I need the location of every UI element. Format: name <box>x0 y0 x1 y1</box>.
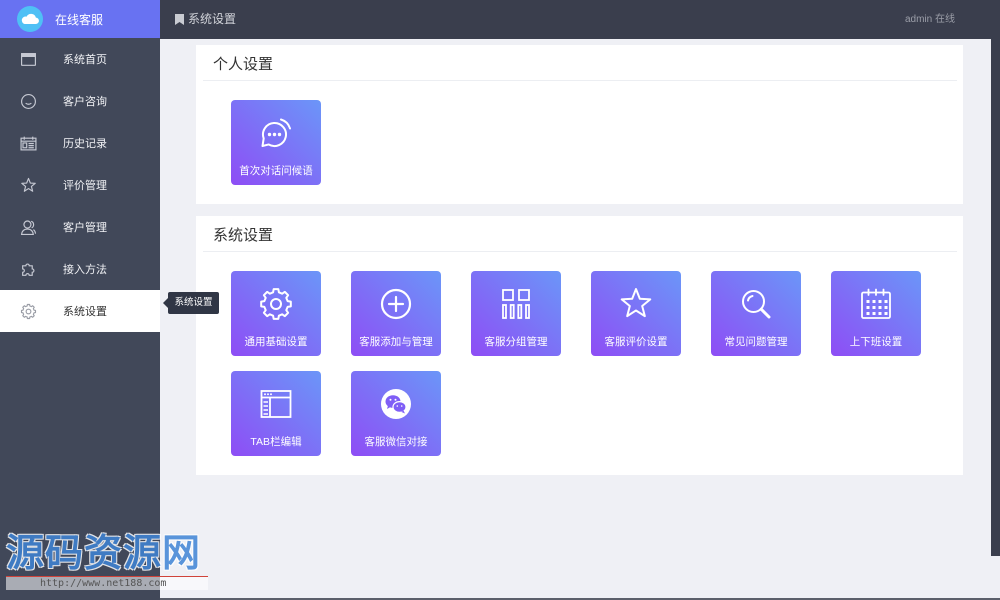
online-status: 在线 <box>935 14 955 25</box>
tab-window-icon <box>260 390 292 418</box>
top-bar: 系统设置 admin 在线 <box>160 0 1000 39</box>
main-content: 个人设置 首次对话问候语 系统设置 通用基础设置 客服添加与管理 客服分组管理 … <box>160 39 1000 600</box>
bookmark-icon <box>175 14 184 25</box>
sidebar-item-consult[interactable]: 客户咨询 <box>0 80 160 122</box>
star-icon <box>0 177 56 194</box>
tile-tab-editor[interactable]: TAB栏编辑 <box>231 371 321 456</box>
smile-icon <box>0 93 56 110</box>
sidebar-tooltip: 系统设置 <box>163 292 219 314</box>
chat-bubble-icon <box>261 118 291 147</box>
tile-label: 首次对话问候语 <box>239 165 313 177</box>
search-icon <box>742 290 771 319</box>
personal-settings-card: 个人设置 首次对话问候语 <box>196 45 963 204</box>
divider <box>203 251 957 252</box>
app-title: 在线客服 <box>55 12 104 27</box>
scrollbar-track[interactable] <box>991 39 1000 556</box>
user-status[interactable]: admin 在线 <box>905 0 955 39</box>
page-title: 系统设置 <box>188 12 237 26</box>
sidebar-item-label: 系统首页 <box>63 54 107 66</box>
gear-icon <box>0 303 56 320</box>
tile-general-settings[interactable]: 通用基础设置 <box>231 271 321 356</box>
tile-grid: 通用基础设置 客服添加与管理 客服分组管理 客服评价设置 常见问题管理 上下班设… <box>231 271 963 471</box>
calendar-icon <box>861 288 891 319</box>
tile-grid: 首次对话问候语 <box>231 100 963 200</box>
plus-circle-icon <box>380 288 412 320</box>
tile-label: 上下班设置 <box>849 336 903 348</box>
section-title: 个人设置 <box>213 56 274 73</box>
sidebar-item-label: 评价管理 <box>63 180 107 192</box>
sidebar-item-label: 客户咨询 <box>63 96 107 108</box>
tile-label: 常见问题管理 <box>724 336 788 348</box>
sidebar-item-label: 接入方法 <box>63 264 107 276</box>
tile-wechat-integration[interactable]: 客服微信对接 <box>351 371 441 456</box>
history-icon <box>0 135 56 152</box>
user-icon <box>0 219 56 236</box>
cloud-icon <box>17 6 43 32</box>
sidebar-item-label: 客户管理 <box>63 222 107 234</box>
sidebar-item-integration[interactable]: 接入方法 <box>0 248 160 290</box>
app-brand[interactable]: 在线客服 <box>0 0 160 38</box>
sidebar-item-customers[interactable]: 客户管理 <box>0 206 160 248</box>
tile-agent-management[interactable]: 客服添加与管理 <box>351 271 441 356</box>
tile-label: 客服添加与管理 <box>359 336 433 348</box>
tile-label: 客服分组管理 <box>484 336 548 348</box>
tile-work-hours[interactable]: 上下班设置 <box>831 271 921 356</box>
group-grid-icon <box>502 289 530 319</box>
divider <box>203 80 957 81</box>
wechat-icon <box>381 389 411 419</box>
tile-group-management[interactable]: 客服分组管理 <box>471 271 561 356</box>
star-icon <box>620 288 652 318</box>
sidebar-item-home[interactable]: 系统首页 <box>0 38 160 80</box>
sidebar-item-settings[interactable]: 系统设置 <box>0 290 160 332</box>
sidebar-item-ratings[interactable]: 评价管理 <box>0 164 160 206</box>
sidebar-item-label: 系统设置 <box>63 306 107 318</box>
tile-rating-settings[interactable]: 客服评价设置 <box>591 271 681 356</box>
tile-greeting[interactable]: 首次对话问候语 <box>231 100 321 185</box>
sidebar-item-history[interactable]: 历史记录 <box>0 122 160 164</box>
tile-label: 客服微信对接 <box>364 436 428 448</box>
tile-label: TAB栏编辑 <box>250 436 302 448</box>
puzzle-icon <box>0 261 56 278</box>
sidebar: 在线客服 系统首页 客户咨询 历史记录 评价管理 客户管理 接入方法 系统设置 <box>0 0 160 600</box>
username: admin <box>904 14 933 25</box>
tile-faq-management[interactable]: 常见问题管理 <box>711 271 801 356</box>
gear-icon <box>260 288 292 320</box>
tile-label: 客服评价设置 <box>604 336 668 348</box>
window-icon <box>0 51 56 68</box>
tile-label: 通用基础设置 <box>244 336 308 348</box>
section-title: 系统设置 <box>213 227 274 244</box>
sidebar-item-label: 历史记录 <box>63 138 107 150</box>
system-settings-card: 系统设置 通用基础设置 客服添加与管理 客服分组管理 客服评价设置 常见问题管理… <box>196 216 963 475</box>
